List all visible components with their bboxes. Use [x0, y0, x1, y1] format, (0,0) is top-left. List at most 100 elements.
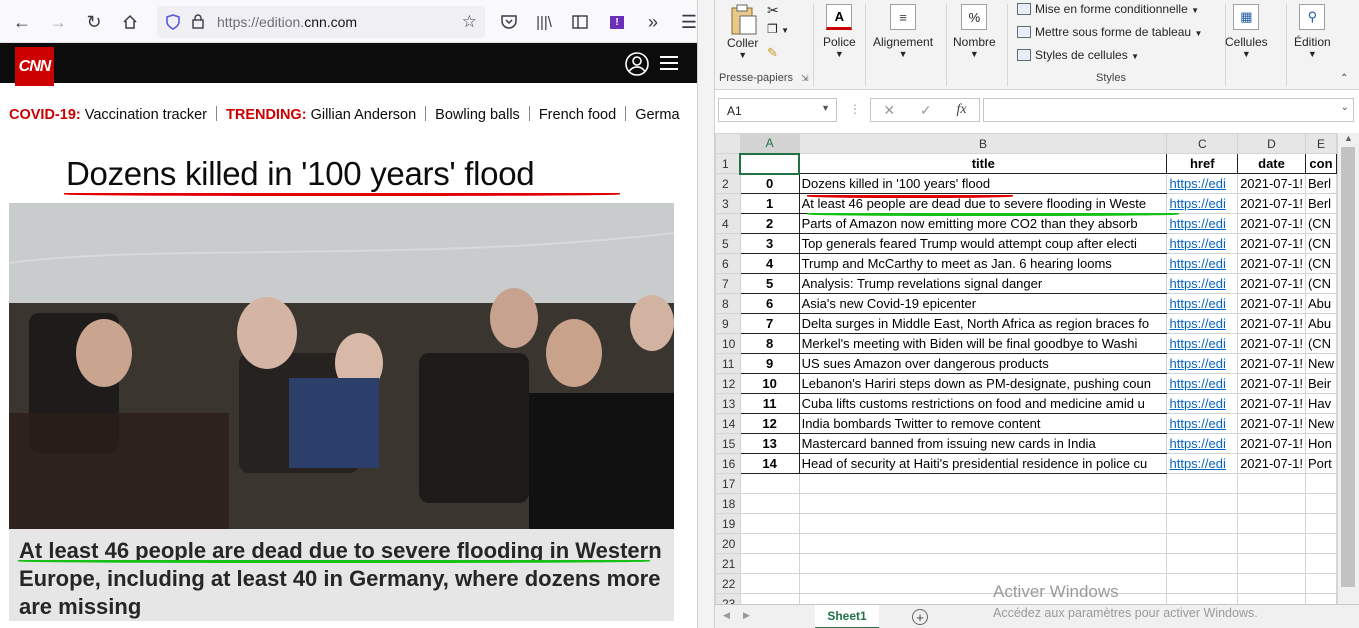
date-cell[interactable]: 2021-07-1!: [1237, 193, 1306, 214]
column-header-e[interactable]: E: [1304, 133, 1337, 154]
row-header[interactable]: 1: [715, 153, 741, 174]
href-cell[interactable]: https://edi: [1166, 253, 1239, 274]
content-cell[interactable]: Hav: [1304, 393, 1337, 414]
row-header[interactable]: 3: [715, 193, 741, 214]
empty-cell[interactable]: [1304, 493, 1337, 514]
bookmark-star-icon[interactable]: ☆: [462, 12, 477, 32]
empty-cell[interactable]: [1304, 473, 1337, 494]
extension-icon[interactable]: !: [606, 11, 628, 33]
content-cell[interactable]: Beir: [1304, 373, 1337, 394]
scroll-thumb[interactable]: [1341, 147, 1355, 587]
column-header-d[interactable]: D: [1237, 133, 1306, 154]
index-cell[interactable]: 5: [739, 273, 800, 294]
title-cell[interactable]: Merkel's meeting with Biden will be fina…: [798, 333, 1168, 354]
date-cell[interactable]: 2021-07-1!: [1237, 353, 1306, 374]
cell-styles-button[interactable]: Styles de cellules ▼: [1017, 48, 1139, 62]
row-header[interactable]: 23: [715, 593, 741, 604]
index-cell[interactable]: 14: [739, 453, 800, 474]
href-cell[interactable]: https://edi: [1166, 213, 1239, 234]
index-cell[interactable]: 1: [739, 193, 800, 214]
empty-cell[interactable]: [1166, 553, 1239, 574]
date-cell[interactable]: 2021-07-1!: [1237, 333, 1306, 354]
href-cell[interactable]: https://edi: [1166, 193, 1239, 214]
row-header[interactable]: 6: [715, 253, 741, 274]
formula-input[interactable]: ⌄: [983, 98, 1354, 122]
empty-cell[interactable]: [739, 493, 800, 514]
lock-icon[interactable]: [192, 14, 204, 34]
title-cell[interactable]: Analysis: Trump revelations signal dange…: [798, 273, 1168, 294]
empty-cell[interactable]: [1237, 573, 1306, 594]
sidebar-icon[interactable]: [569, 11, 591, 33]
empty-cell[interactable]: [1304, 553, 1337, 574]
forward-arrow-icon[interactable]: →: [47, 11, 69, 33]
title-cell[interactable]: India bombards Twitter to remove content: [798, 413, 1168, 434]
menu-icon[interactable]: [660, 55, 678, 76]
overflow-chevrons-icon[interactable]: »: [642, 11, 664, 33]
scroll-up-icon[interactable]: ▲: [1344, 133, 1353, 143]
href-cell[interactable]: https://edi: [1166, 373, 1239, 394]
index-cell[interactable]: 0: [739, 173, 800, 194]
href-cell[interactable]: https://edi: [1166, 353, 1239, 374]
href-cell[interactable]: https://edi: [1166, 293, 1239, 314]
title-cell[interactable]: Head of security at Haiti's presidential…: [798, 453, 1168, 474]
copy-icon[interactable]: ❐ ▼: [767, 22, 789, 36]
empty-cell[interactable]: [1166, 573, 1239, 594]
cut-icon[interactable]: ✂: [767, 2, 779, 19]
url-text[interactable]: https://edition.cnn.com: [217, 14, 357, 30]
conditional-format-button[interactable]: Mise en forme conditionnelle ▼: [1017, 2, 1199, 16]
href-cell[interactable]: https://edi: [1166, 233, 1239, 254]
empty-cell[interactable]: [739, 573, 800, 594]
title-cell[interactable]: Trump and McCarthy to meet as Jan. 6 hea…: [798, 253, 1168, 274]
empty-cell[interactable]: [1237, 473, 1306, 494]
row-header[interactable]: 22: [715, 573, 741, 594]
href-cell[interactable]: https://edi: [1166, 273, 1239, 294]
row-header[interactable]: 14: [715, 413, 741, 434]
date-cell[interactable]: 2021-07-1!: [1237, 453, 1306, 474]
collapse-ribbon-icon[interactable]: ⌃: [1340, 73, 1348, 84]
content-cell[interactable]: Abu: [1304, 293, 1337, 314]
href-cell[interactable]: https://edi: [1166, 393, 1239, 414]
row-header[interactable]: 4: [715, 213, 741, 234]
href-cell[interactable]: https://edi: [1166, 433, 1239, 454]
empty-cell[interactable]: [1304, 513, 1337, 534]
confirm-icon[interactable]: ✓: [920, 102, 932, 119]
add-sheet-icon[interactable]: +: [912, 609, 928, 625]
empty-cell[interactable]: [1237, 593, 1306, 604]
empty-cell[interactable]: [1237, 513, 1306, 534]
title-cell[interactable]: Delta surges in Middle East, North Afric…: [798, 313, 1168, 334]
empty-cell[interactable]: [1166, 533, 1239, 554]
title-cell[interactable]: Top generals feared Trump would attempt …: [798, 233, 1168, 254]
vertical-scrollbar[interactable]: ▲: [1337, 133, 1359, 604]
empty-cell[interactable]: [798, 473, 1168, 494]
date-cell[interactable]: 2021-07-1!: [1237, 173, 1306, 194]
date-cell[interactable]: 2021-07-1!: [1237, 253, 1306, 274]
index-cell[interactable]: 11: [739, 393, 800, 414]
hero-photo[interactable]: [9, 203, 674, 529]
empty-cell[interactable]: [1237, 493, 1306, 514]
shield-icon[interactable]: [166, 14, 180, 35]
row-header[interactable]: 11: [715, 353, 741, 374]
reload-icon[interactable]: ↻: [83, 11, 105, 33]
row-header[interactable]: 7: [715, 273, 741, 294]
row-header[interactable]: 21: [715, 553, 741, 574]
row-header[interactable]: 16: [715, 453, 741, 474]
empty-cell[interactable]: [1166, 513, 1239, 534]
title-cell[interactable]: Cuba lifts customs restrictions on food …: [798, 393, 1168, 414]
date-cell[interactable]: 2021-07-1!: [1237, 393, 1306, 414]
index-cell[interactable]: 8: [739, 333, 800, 354]
column-header-b[interactable]: B: [798, 133, 1168, 154]
cell-a1[interactable]: [739, 152, 801, 175]
title-cell[interactable]: US sues Amazon over dangerous products: [798, 353, 1168, 374]
empty-cell[interactable]: [739, 593, 800, 604]
content-cell[interactable]: Berl: [1304, 173, 1337, 194]
index-cell[interactable]: 6: [739, 293, 800, 314]
row-header[interactable]: 9: [715, 313, 741, 334]
content-cell[interactable]: New: [1304, 353, 1337, 374]
format-painter-icon[interactable]: ✎: [767, 45, 778, 61]
index-cell[interactable]: 3: [739, 233, 800, 254]
row-header[interactable]: 10: [715, 333, 741, 354]
empty-cell[interactable]: [1166, 593, 1239, 604]
title-cell[interactable]: Mastercard banned from issuing new cards…: [798, 433, 1168, 454]
date-cell[interactable]: 2021-07-1!: [1237, 373, 1306, 394]
cancel-icon[interactable]: ✕: [883, 102, 895, 119]
